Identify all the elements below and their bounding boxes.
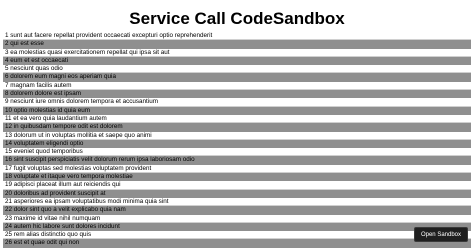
post-item: 10 optio molestias id quia eum <box>3 106 471 115</box>
post-item: 23 maxime id vitae nihil numquam <box>3 214 471 223</box>
post-item: 21 asperiores ea ipsam voluptatibus modi… <box>3 197 471 207</box>
post-item: 4 eum et est occaecati <box>3 56 471 66</box>
post-item: 24 autem hic labore sunt dolores incidun… <box>3 222 471 232</box>
post-item: 19 adipisci placeat illum aut reiciendis… <box>3 181 471 190</box>
page-title: Service Call CodeSandbox <box>129 9 345 28</box>
post-item: 20 doloribus ad provident suscipit at <box>3 189 471 198</box>
post-list: 1 sunt aut facere repellat provident occ… <box>3 32 471 248</box>
post-item: 12 in quibusdam tempore odit est dolorem <box>3 123 471 132</box>
post-item: 15 eveniet quod temporibus <box>3 148 471 157</box>
post-item: 16 sint suscipit perspiciatis velit dolo… <box>3 156 471 165</box>
post-item: 5 nesciunt quas odio <box>3 65 471 74</box>
open-sandbox-button[interactable]: Open Sandbox <box>413 227 468 242</box>
post-item: 26 est et quae odit qui non <box>3 239 471 248</box>
post-item: 3 ea molestias quasi exercitationem repe… <box>3 48 471 57</box>
post-item: 8 dolorem dolore est ipsam <box>3 90 471 99</box>
post-item: 13 dolorum ut in voluptas mollitia et sa… <box>3 131 471 140</box>
post-item: 17 fugit voluptas sed molestias voluptat… <box>3 164 471 174</box>
post-item: 6 dolorem eum magni eos aperiam quia <box>3 73 471 82</box>
post-item: 7 magnam facilis autem <box>3 81 471 91</box>
post-item: 25 rem alias distinctio quo quis <box>3 231 471 240</box>
post-item: 9 nesciunt iure omnis dolorem tempora et… <box>3 98 471 107</box>
post-item: 14 voluptatem eligendi optio <box>3 139 471 149</box>
post-item: 22 dolor sint quo a velit explicabo quia… <box>3 206 471 215</box>
post-item: 11 et ea vero quia laudantium autem <box>3 114 471 124</box>
post-item: 2 qui est esse <box>3 40 471 49</box>
post-item: 18 voluptate et itaque vero tempora mole… <box>3 173 471 182</box>
post-item: 1 sunt aut facere repellat provident occ… <box>3 32 471 41</box>
